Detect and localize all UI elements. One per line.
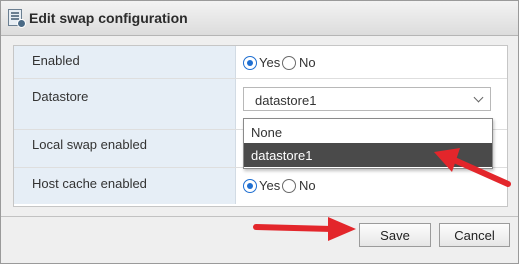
datastore-select[interactable]: datastore1: [243, 87, 491, 111]
dialog-titlebar: Edit swap configuration: [1, 1, 518, 36]
host-cache-no-radio[interactable]: [282, 179, 296, 193]
enabled-yes-label[interactable]: Yes: [259, 55, 280, 70]
local-swap-label: Local swap enabled: [32, 137, 147, 152]
host-cache-yes-radio[interactable]: [243, 179, 257, 193]
enabled-row: Enabled Yes No: [14, 46, 507, 79]
dialog-title: Edit swap configuration: [29, 10, 188, 26]
enabled-label: Enabled: [32, 53, 80, 68]
enabled-no-radio[interactable]: [282, 56, 296, 70]
annotation-arrow-icon: [253, 217, 356, 241]
save-button[interactable]: Save: [359, 223, 431, 247]
enabled-yes-radio[interactable]: [243, 56, 257, 70]
host-cache-no-label[interactable]: No: [299, 178, 316, 193]
cancel-button[interactable]: Cancel: [439, 223, 510, 247]
dropdown-option-none[interactable]: None: [244, 120, 492, 144]
host-cache-yes-label[interactable]: Yes: [259, 178, 280, 193]
annotation-arrow-icon: [434, 148, 511, 187]
enabled-no-label[interactable]: No: [299, 55, 316, 70]
datastore-select-value: datastore1: [255, 93, 317, 108]
host-cache-label: Host cache enabled: [32, 176, 147, 191]
chevron-down-icon: [473, 92, 484, 103]
datastore-label: Datastore: [32, 89, 89, 104]
swap-config-icon: [8, 9, 26, 28]
